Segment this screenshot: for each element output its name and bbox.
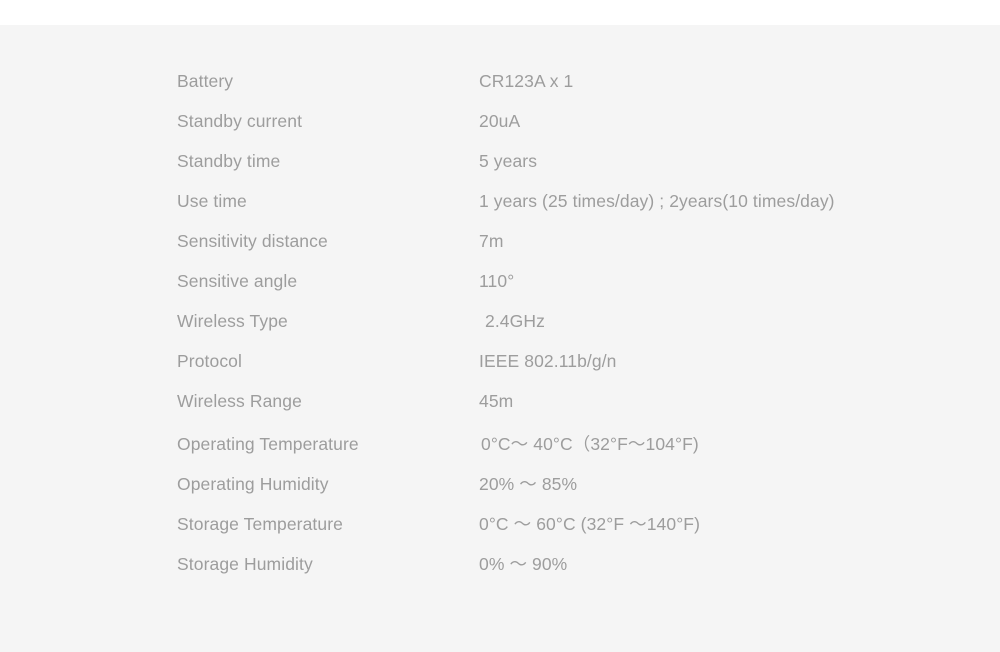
spec-value: 5 years	[479, 151, 538, 171]
spec-value: 0°C～ 40°C（32°F～104°F)	[481, 434, 699, 454]
spec-label: Storage Temperature	[177, 514, 343, 534]
specification-panel: Battery CR123A x 1 Standby current 20uA …	[0, 25, 1000, 652]
spec-label: Sensitivity distance	[177, 231, 328, 251]
table-row: Wireless Range 45m	[177, 391, 977, 431]
table-row: Sensitivity distance 7m	[177, 231, 977, 271]
spec-value: 7m	[479, 231, 504, 251]
spec-label: Sensitive angle	[177, 271, 298, 291]
spec-value: 20% ～ 85%	[479, 474, 578, 494]
spec-value: IEEE 802.11b/g/n	[479, 351, 617, 371]
specification-table: Battery CR123A x 1 Standby current 20uA …	[177, 71, 977, 591]
spec-value: 2.4GHz	[485, 311, 545, 331]
spec-value: 20uA	[479, 111, 521, 131]
table-row: Standby time 5 years	[177, 151, 977, 191]
specification-page: Battery CR123A x 1 Standby current 20uA …	[0, 0, 1000, 652]
spec-label: Operating Temperature	[177, 434, 359, 454]
table-row: Standby current 20uA	[177, 111, 977, 151]
table-row: Operating Humidity 20% ～ 85%	[177, 471, 977, 511]
spec-label: Storage Humidity	[177, 554, 313, 574]
table-row: Protocol IEEE 802.11b/g/n	[177, 351, 977, 391]
spec-value: 45m	[479, 391, 514, 411]
spec-value: 110°	[479, 271, 515, 291]
table-row: Sensitive angle 110°	[177, 271, 977, 311]
spec-label: Wireless Range	[177, 391, 302, 411]
table-row: Battery CR123A x 1	[177, 71, 977, 111]
table-row: Wireless Type 2.4GHz	[177, 311, 977, 351]
spec-label: Use time	[177, 191, 247, 211]
spec-label: Wireless Type	[177, 311, 288, 331]
table-row: Use time 1 years (25 times/day) ; 2years…	[177, 191, 977, 231]
table-row: Storage Humidity 0% ～ 90%	[177, 551, 977, 591]
table-row: Operating Temperature 0°C～ 40°C（32°F～104…	[177, 431, 977, 471]
spec-label: Standby time	[177, 151, 281, 171]
spec-label: Operating Humidity	[177, 474, 329, 494]
spec-label: Battery	[177, 71, 234, 91]
spec-label: Protocol	[177, 351, 242, 371]
table-row: Storage Temperature 0°C ～ 60°C (32°F ～14…	[177, 511, 977, 551]
spec-value: 1 years (25 times/day) ; 2years(10 times…	[479, 191, 835, 211]
spec-value: CR123A x 1	[479, 71, 574, 91]
spec-value: 0°C ～ 60°C (32°F ～140°F)	[479, 514, 701, 534]
spec-label: Standby current	[177, 111, 303, 131]
spec-value: 0% ～ 90%	[479, 554, 568, 574]
